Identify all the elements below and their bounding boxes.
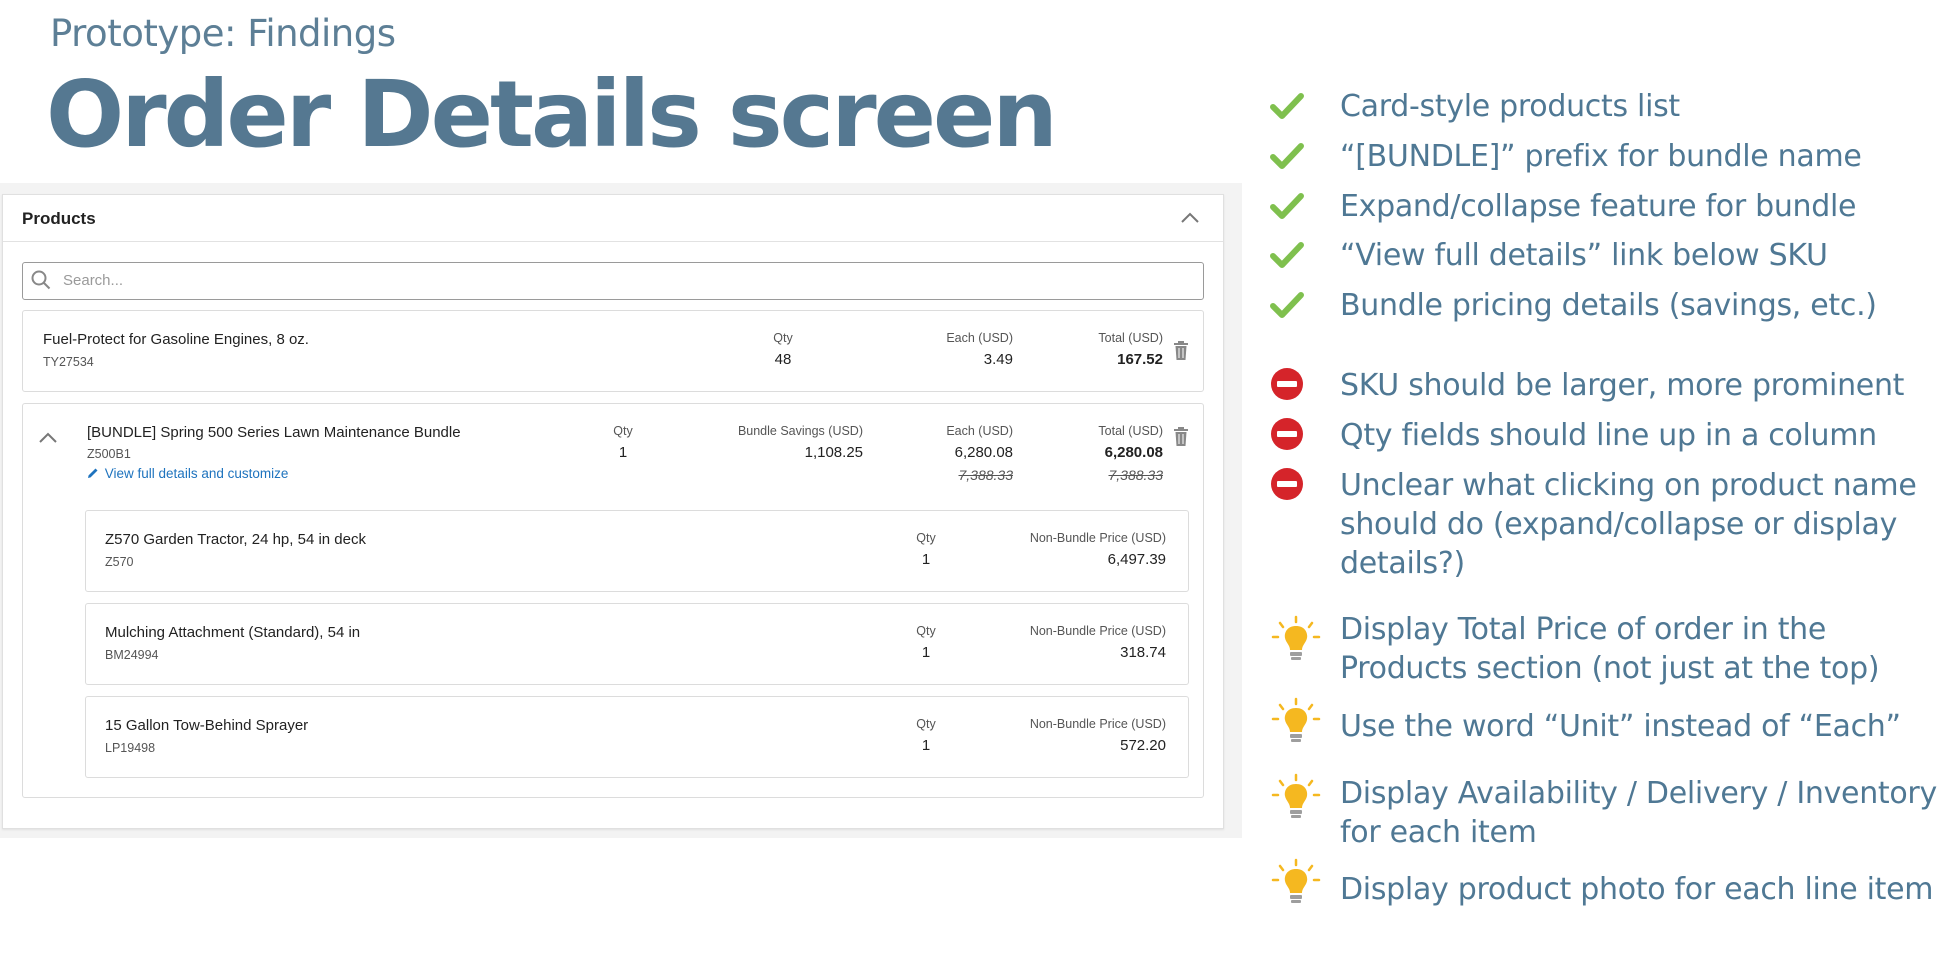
non-bundle-price-value: 572.20 <box>1120 737 1166 754</box>
products-panel: Products Fuel-Protect for Gasoline Engin… <box>2 194 1224 829</box>
each-label: Each (USD) <box>946 331 1013 345</box>
bundle-sku: Z500B1 <box>87 447 131 461</box>
checkmark-icon <box>1270 242 1304 268</box>
non-bundle-price-label: Non-Bundle Price (USD) <box>1029 531 1166 545</box>
no-entry-icon <box>1271 468 1303 500</box>
chevron-up-icon <box>1181 212 1199 223</box>
qty-label: Qty <box>916 624 936 638</box>
checkmark-icon <box>1270 143 1304 169</box>
qty-value: 1 <box>921 551 931 568</box>
lightbulb-icon <box>1271 858 1321 903</box>
component-name[interactable]: Mulching Attachment (Standard), 54 in <box>105 624 360 641</box>
qty-value: 48 <box>774 351 792 368</box>
bundle-savings-value: 1,108.25 <box>804 444 863 461</box>
bundle-component-card: Z570 Garden Tractor, 24 hp, 54 in deck Z… <box>85 510 1189 592</box>
trash-icon[interactable] <box>1173 427 1189 447</box>
qty-value: 1 <box>921 737 931 754</box>
non-bundle-price-value: 6,497.39 <box>1107 551 1166 568</box>
checkmark-icon <box>1270 292 1304 318</box>
total-value: 6,280.08 <box>1104 444 1163 461</box>
lightbulb-icon <box>1271 697 1321 742</box>
products-screenshot: Products Fuel-Protect for Gasoline Engin… <box>0 183 1242 838</box>
view-full-details-link[interactable]: View full details and customize <box>87 466 288 481</box>
finding-positive: Card-style products list <box>1340 89 1680 124</box>
bundle-name[interactable]: [BUNDLE] Spring 500 Series Lawn Maintena… <box>87 424 461 441</box>
total-label: Total (USD) <box>1098 424 1163 438</box>
finding-positive: Expand/collapse feature for bundle <box>1340 189 1857 224</box>
search-icon <box>31 270 51 290</box>
product-card: Fuel-Protect for Gasoline Engines, 8 oz.… <box>22 310 1204 392</box>
search-input[interactable] <box>63 263 1183 297</box>
non-bundle-price-label: Non-Bundle Price (USD) <box>1029 624 1166 638</box>
search-box[interactable] <box>22 262 1204 300</box>
finding-issue: Qty fields should line up in a column <box>1340 418 1877 453</box>
finding-positive: “View full details” link below SKU <box>1340 238 1828 273</box>
qty-value: 1 <box>618 444 628 461</box>
each-value: 3.49 <box>983 351 1013 368</box>
products-panel-title: Products <box>22 209 96 228</box>
no-entry-icon <box>1271 368 1303 400</box>
each-value: 6,280.08 <box>954 444 1013 461</box>
non-bundle-price-label: Non-Bundle Price (USD) <box>1029 717 1166 731</box>
component-name[interactable]: Z570 Garden Tractor, 24 hp, 54 in deck <box>105 531 366 548</box>
finding-idea: Use the word “Unit” instead of “Each” <box>1340 709 1901 744</box>
total-value: 167.52 <box>1117 351 1163 368</box>
product-sku: TY27534 <box>43 355 94 369</box>
lightbulb-icon <box>1271 615 1321 660</box>
finding-positive: “[BUNDLE]” prefix for bundle name <box>1340 139 1862 174</box>
finding-idea: Display Availability / Delivery / Invent… <box>1340 776 1937 850</box>
component-sku: Z570 <box>105 555 134 569</box>
finding-idea: Display product photo for each line item <box>1340 872 1934 907</box>
qty-label: Qty <box>916 531 936 545</box>
qty-label: Qty <box>613 424 633 438</box>
chevron-up-icon[interactable] <box>35 425 61 451</box>
bundle-component-card: Mulching Attachment (Standard), 54 in BM… <box>85 603 1189 685</box>
products-panel-header[interactable]: Products <box>3 195 1223 242</box>
finding-idea: Display Total Price of order in the Prod… <box>1340 612 1880 686</box>
component-sku: BM24994 <box>105 648 159 662</box>
slide-subtitle: Prototype: Findings <box>50 12 396 55</box>
bundle-card: [BUNDLE] Spring 500 Series Lawn Maintena… <box>22 403 1204 798</box>
component-sku: LP19498 <box>105 741 156 755</box>
component-name[interactable]: 15 Gallon Tow-Behind Sprayer <box>105 717 308 734</box>
lightbulb-icon <box>1271 773 1321 818</box>
finding-issue: SKU should be larger, more prominent <box>1340 368 1905 403</box>
bundle-component-card: 15 Gallon Tow-Behind Sprayer LP19498 Qty… <box>85 696 1189 778</box>
each-original-price: 7,388.33 <box>958 467 1014 483</box>
no-entry-icon <box>1271 418 1303 450</box>
view-full-details-label: View full details and customize <box>104 466 289 481</box>
finding-issue: Unclear what clicking on product name sh… <box>1340 468 1917 581</box>
total-label: Total (USD) <box>1098 331 1163 345</box>
qty-value: 1 <box>921 644 931 661</box>
collapse-button[interactable] <box>1177 205 1203 231</box>
finding-positive: Bundle pricing details (savings, etc.) <box>1340 288 1877 323</box>
total-original-price: 7,388.33 <box>1108 467 1164 483</box>
non-bundle-price-value: 318.74 <box>1120 644 1166 661</box>
checkmark-icon <box>1270 93 1304 119</box>
each-label: Each (USD) <box>946 424 1013 438</box>
qty-label: Qty <box>916 717 936 731</box>
trash-icon[interactable] <box>1173 341 1189 361</box>
slide-title: Order Details screen <box>46 61 1058 168</box>
checkmark-icon <box>1270 193 1304 219</box>
product-name[interactable]: Fuel-Protect for Gasoline Engines, 8 oz. <box>43 331 309 348</box>
qty-label: Qty <box>773 331 793 345</box>
pencil-icon <box>88 468 98 478</box>
bundle-savings-label: Bundle Savings (USD) <box>737 424 863 438</box>
